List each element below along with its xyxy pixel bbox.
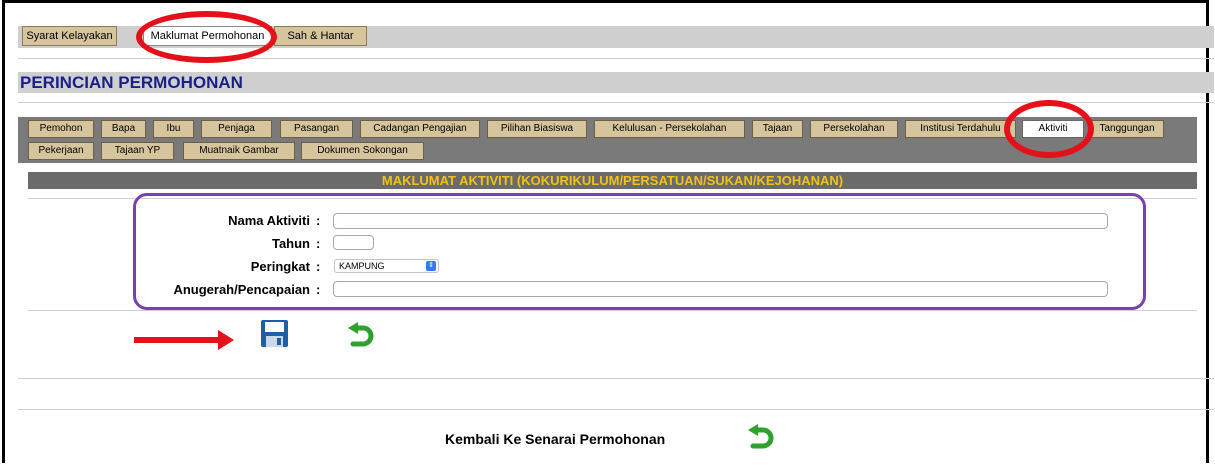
divider [18,409,1214,410]
undo-icon[interactable] [346,322,374,348]
tab-persekolahan[interactable]: Persekolahan [810,120,898,138]
tab-cadangan-pengajian[interactable]: Cadangan Pengajian [360,120,480,138]
tab-syarat-kelayakan[interactable]: Syarat Kelayakan [22,26,117,46]
tab-bapa[interactable]: Bapa [101,120,146,138]
tab-penjaga[interactable]: Penjaga [201,120,272,138]
red-circle-annotation [1004,100,1094,158]
tab-pekerjaan[interactable]: Pekerjaan [28,142,94,160]
tab-tanggungan[interactable]: Tanggungan [1090,120,1164,138]
tab-kelulusan-persekolahan[interactable]: Kelulusan - Persekolahan [594,120,745,138]
divider [18,378,1214,379]
red-arrow-annotation [134,330,234,350]
tab-tajaan[interactable]: Tajaan [752,120,803,138]
tab-pilihan-biasiswa[interactable]: Pilihan Biasiswa [487,120,587,138]
section-heading: MAKLUMAT AKTIVITI (KOKURIKULUM/PERSATUAN… [28,172,1197,189]
tab-dokumen-sokongan[interactable]: Dokumen Sokongan [301,142,424,160]
page-title: PERINCIAN PERMOHONAN [20,73,243,92]
tab-tajaan-yp[interactable]: Tajaan YP [101,142,174,160]
back-to-list-link[interactable]: Kembali Ke Senarai Permohonan [445,431,665,447]
tab-pasangan[interactable]: Pasangan [280,120,353,138]
purple-box-annotation [133,193,1146,310]
tab-sah-hantar[interactable]: Sah & Hantar [274,26,367,46]
tab-muatnaik-gambar[interactable]: Muatnaik Gambar [183,142,295,160]
tab-institusi-terdahulu[interactable]: Institusi Terdahulu [905,120,1016,138]
save-icon[interactable] [261,320,288,347]
red-circle-annotation [136,11,277,63]
divider [28,310,1197,311]
tab-ibu[interactable]: Ibu [153,120,194,138]
undo-icon[interactable] [746,424,774,450]
tab-pemohon[interactable]: Pemohon [28,120,94,138]
